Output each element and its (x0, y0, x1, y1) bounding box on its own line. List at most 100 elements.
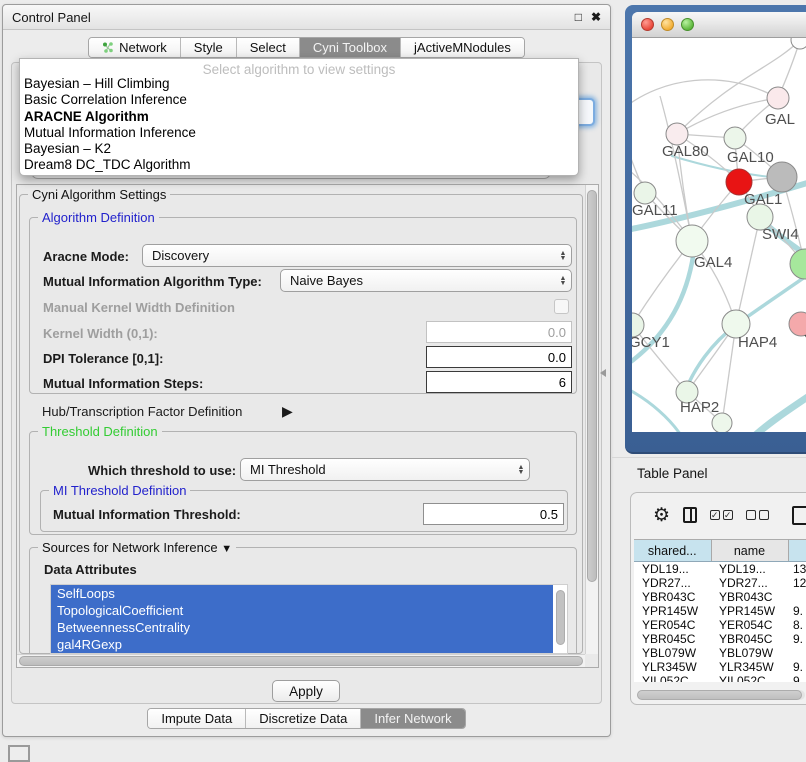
combo-value: Naive Bayes (290, 273, 363, 288)
settings-scrollpane: Cyni Algorithm Settings Algorithm Defini… (16, 184, 599, 668)
algorithm-dropdown-popup: Select algorithm to view settings Bayesi… (19, 58, 579, 176)
table-row[interactable]: YLR345WYLR345W9. (634, 660, 806, 674)
sources-group: Sources for Network Inference ▼ Data Att… (29, 547, 577, 667)
close-window-icon[interactable]: ✖ (591, 11, 601, 23)
network-node[interactable] (790, 249, 806, 279)
tab-label: Discretize Data (259, 711, 347, 726)
minimize-traffic-light[interactable] (661, 18, 674, 31)
table-cell: 8. (788, 618, 806, 632)
tab-jactivemnodules[interactable]: jActiveMNodules (401, 38, 524, 57)
node-label: HAP4 (738, 334, 777, 351)
tab-select[interactable]: Select (237, 38, 300, 57)
algorithm-option[interactable]: Bayesian – K2 (20, 141, 578, 157)
hub-definition-label: Hub/Transcription Factor Definition (42, 404, 242, 419)
network-node[interactable] (634, 182, 656, 204)
gear-icon[interactable]: ⚙ (653, 506, 670, 525)
network-node[interactable] (767, 162, 797, 192)
network-node[interactable] (666, 123, 688, 145)
table-row[interactable]: YBL079WYBL079W (634, 646, 806, 660)
column-header[interactable]: A (788, 540, 806, 562)
minimized-panel-icon[interactable] (8, 745, 30, 762)
attribute-item[interactable]: TopologicalCoefficient (51, 602, 553, 619)
combo-stepper-icon: ▲▼ (555, 276, 571, 286)
tab-network[interactable]: Network (89, 38, 181, 57)
table-horizontal-scrollbar[interactable] (637, 690, 805, 700)
tab-discretize-data[interactable]: Discretize Data (246, 709, 361, 728)
mi-threshold-input[interactable]: 0.5 (423, 503, 564, 525)
mi-steps-label: Mutual Information Steps: (43, 376, 203, 391)
kernel-width-input[interactable]: 0.0 (426, 321, 572, 343)
select-all-columns-icon[interactable]: ✓✓ (710, 510, 733, 520)
aracne-mode-label: Aracne Mode: (43, 249, 129, 264)
algorithm-option[interactable]: Dream8 DC_TDC Algorithm (20, 157, 578, 173)
kernel-width-label: Kernel Width (0,1): (43, 326, 158, 341)
tab-cyni-toolbox[interactable]: Cyni Toolbox (300, 38, 401, 57)
mi-algorithm-type-select[interactable]: Naive Bayes ▲▼ (280, 269, 572, 292)
table-row[interactable]: YDL19...YDL19...13 (634, 562, 806, 577)
horizontal-scrollbar[interactable] (17, 654, 585, 667)
new-table-icon[interactable] (792, 506, 806, 525)
combo-value: Discovery (152, 248, 209, 263)
collapse-arrow-icon[interactable]: ▼ (221, 543, 232, 555)
table-row[interactable]: YER054CYER054C8. (634, 618, 806, 632)
network-canvas-svg: GALGAL80GAL10GAL1GAL11SWI4GAL4GCY1HAP4YH… (632, 38, 806, 432)
column-header[interactable]: name (711, 540, 788, 562)
table-cell: YER054C (634, 618, 711, 632)
table-row[interactable]: YBR043CYBR043C (634, 590, 806, 604)
algorithm-option[interactable]: ARACNE Algorithm (20, 109, 578, 125)
deselect-all-columns-icon[interactable] (746, 510, 769, 520)
attribute-item[interactable]: SelfLoops (51, 585, 553, 602)
table-row[interactable]: YDR27...YDR27...12 (634, 576, 806, 590)
node-label: HAP2 (680, 399, 719, 416)
float-window-icon[interactable]: □ (575, 11, 582, 23)
dpi-tolerance-input[interactable]: 0.0 (426, 346, 572, 368)
zoom-traffic-light[interactable] (681, 18, 694, 31)
tab-label: Impute Data (161, 711, 232, 726)
aracne-mode-select[interactable]: Discovery ▲▼ (142, 244, 572, 267)
which-threshold-select[interactable]: MI Threshold ▲▼ (240, 458, 530, 481)
table-row[interactable]: YIL052CYIL052C9 (634, 674, 806, 682)
cyni-algorithm-settings-group: Cyni Algorithm Settings Algorithm Defini… (19, 194, 583, 654)
algorithm-option[interactable]: Bayesian – Hill Climbing (20, 76, 578, 92)
table-cell: 9 (788, 674, 806, 682)
table-toolbar: ⚙ ✓✓ (631, 493, 806, 537)
algorithm-option[interactable]: Basic Correlation Inference (20, 92, 578, 108)
close-traffic-light[interactable] (641, 18, 654, 31)
tab-style[interactable]: Style (181, 38, 237, 57)
table-cell: 9. (788, 632, 806, 646)
network-node[interactable] (767, 87, 789, 109)
algorithm-option[interactable]: Mutual Information Inference (20, 125, 578, 141)
expand-arrow-icon[interactable]: ▶ (282, 403, 293, 420)
node-label: GAL4 (694, 254, 732, 271)
split-collapse-arrow[interactable] (600, 369, 606, 377)
manual-kernel-checkbox[interactable] (554, 299, 569, 314)
node-label: GAL80 (662, 143, 709, 160)
dpi-tolerance-label: DPI Tolerance [0,1]: (43, 351, 163, 366)
apply-button[interactable]: Apply (272, 680, 340, 702)
table-row[interactable]: YPR145WYPR145W9. (634, 604, 806, 618)
split-columns-icon[interactable] (683, 507, 697, 523)
list-scrollbar[interactable] (556, 590, 565, 645)
bottom-tab-bar: Impute Data Discretize Data Infer Network (3, 708, 610, 729)
table-row[interactable]: YBR045CYBR045C9. (634, 632, 806, 646)
column-header[interactable]: shared... (634, 540, 711, 562)
mi-steps-input[interactable]: 6 (426, 371, 572, 393)
control-panel-titlebar[interactable]: Control Panel □ ✖ (3, 5, 610, 30)
attribute-item[interactable]: BetweennessCentrality (51, 619, 553, 636)
table-cell: YDL19... (711, 562, 788, 577)
tab-impute-data[interactable]: Impute Data (148, 709, 246, 728)
network-canvas[interactable]: GALGAL80GAL10GAL1GAL11SWI4GAL4GCY1HAP4YH… (632, 38, 806, 432)
network-node[interactable] (791, 38, 806, 49)
table-cell: YLR345W (634, 660, 711, 674)
vertical-scrollbar[interactable] (585, 185, 598, 654)
group-title: MI Threshold Definition (49, 483, 190, 498)
table-cell (788, 590, 806, 604)
network-node[interactable] (712, 413, 732, 432)
tab-infer-network[interactable]: Infer Network (361, 709, 464, 728)
attribute-item[interactable]: gal4RGexp (51, 636, 553, 653)
network-window-titlebar[interactable] (632, 12, 806, 38)
combo-stepper-icon: ▲▼ (555, 251, 571, 261)
network-node[interactable] (676, 225, 708, 257)
network-node[interactable] (724, 127, 746, 149)
table-cell: 13 (788, 562, 806, 577)
